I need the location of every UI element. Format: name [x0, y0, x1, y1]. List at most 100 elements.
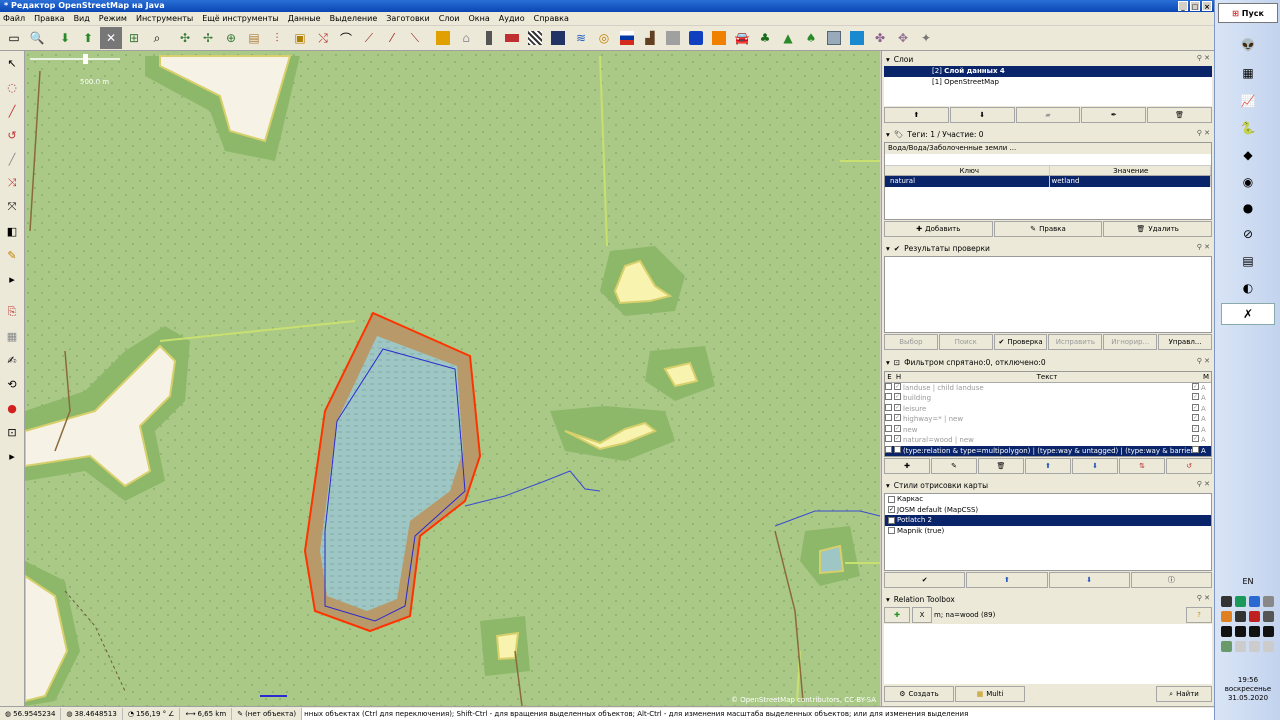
delete-filter-button[interactable]: 🗑 — [978, 458, 1024, 474]
clock[interactable]: 19:56 воскресенье 31.05.2020 — [1215, 676, 1280, 703]
preset-forest-icon[interactable]: ♣ — [754, 27, 776, 49]
parallel-icon[interactable]: ⫶ — [266, 27, 288, 49]
join-icon[interactable]: ✢ — [197, 27, 219, 49]
lasso-icon[interactable]: ◌ — [1, 76, 23, 98]
menu-file[interactable]: Файл — [3, 14, 25, 23]
fix-button[interactable]: Исправить — [1048, 334, 1103, 350]
move-down-button[interactable]: ⬇ — [949, 107, 1015, 123]
upload-icon[interactable]: ⬆ — [77, 27, 99, 49]
collapse-icon[interactable]: ▾ — [886, 130, 890, 139]
toggle-layers-icon[interactable]: ⎘ — [1, 301, 23, 323]
preset-grid-icon[interactable] — [823, 27, 845, 49]
more-arrow-2-icon[interactable]: ▸ — [1, 445, 23, 467]
select-button[interactable]: Выбор — [884, 334, 938, 350]
improve-way-icon[interactable]: ↺ — [1, 124, 23, 146]
style-item-selected[interactable]: Potlatch 2 — [885, 515, 1211, 526]
manage-button[interactable]: Управл... — [1158, 334, 1212, 350]
key-column-header[interactable]: Ключ — [888, 165, 1050, 175]
unglue-icon[interactable]: ⟍ — [404, 27, 426, 49]
toggle-history-icon[interactable]: ⟲ — [1, 373, 23, 395]
value-column-header[interactable]: Значение — [1050, 165, 1211, 175]
preset-house-icon[interactable]: ⌂ — [455, 27, 477, 49]
search-icon[interactable]: ⌕ — [146, 27, 168, 49]
menu-tools[interactable]: Инструменты — [136, 14, 193, 23]
tray-app-icon[interactable] — [1221, 596, 1232, 607]
filter-row-selected[interactable]: ✓ (type:relation & type=multipolygon) | (… — [885, 445, 1211, 456]
new-layer-icon[interactable]: ▭ — [3, 27, 25, 49]
plugin-a-icon[interactable]: ✤ — [869, 27, 891, 49]
tag-row[interactable]: natural wetland — [885, 176, 1211, 187]
task-josm-icon[interactable]: ✗ — [1221, 303, 1275, 325]
map-attribution[interactable]: © OpenStreetMap contributors, CC-BY-SA — [731, 696, 876, 704]
preset-tree-icon[interactable]: ♠ — [800, 27, 822, 49]
preset-railway-icon[interactable] — [547, 27, 569, 49]
relation-list[interactable] — [884, 624, 1212, 684]
merge-layer-button[interactable]: ▰ — [1015, 107, 1081, 123]
validation-panel-header[interactable]: ▾ ✔ Результаты проверки ⚲ ✕ — [883, 242, 1213, 254]
relation-panel-header[interactable]: ▾ Relation Toolbox ⚲ ✕ — [883, 593, 1213, 605]
ignore-button[interactable]: Игнорир... — [1103, 334, 1158, 350]
multi-button[interactable]: ▦ Multi — [955, 686, 1025, 702]
layers-panel-header[interactable]: ▾ Слои ⚲ ✕ — [883, 53, 1213, 65]
merge-icon[interactable]: ⊕ — [220, 27, 242, 49]
tray-app-icon[interactable] — [1263, 626, 1274, 637]
orthogonalize-icon[interactable]: ▣ — [289, 27, 311, 49]
preset-fuel-icon[interactable] — [708, 27, 730, 49]
maximize-button[interactable]: □ — [1190, 1, 1200, 11]
menu-selection[interactable]: Выделение — [330, 14, 378, 23]
paste-icon[interactable]: ▤ — [243, 27, 265, 49]
panel-controls-icon[interactable]: ⚲ ✕ — [1197, 54, 1210, 62]
tray-app-icon[interactable] — [1221, 611, 1232, 622]
tray-network-icon[interactable] — [1221, 641, 1232, 652]
close-button[interactable]: × — [1202, 1, 1212, 11]
search-button[interactable]: Поиск — [938, 334, 993, 350]
zoom-mode-icon[interactable]: ⤧ — [1, 196, 23, 218]
delete-tag-button[interactable]: 🗑 Удалить — [1103, 221, 1213, 237]
collapse-icon[interactable]: ▾ — [886, 358, 890, 367]
create-relation-button[interactable]: ⚙ Создать — [884, 686, 954, 702]
menu-view[interactable]: Вид — [74, 14, 90, 23]
filter-panel-header[interactable]: ▾ ⊡ Фильтром спрятано:0, отключено:0 ⚲ ✕ — [883, 356, 1213, 368]
filter-row[interactable]: ✓ natural=wood | new ✓ A — [885, 435, 1211, 446]
task-app-9-icon[interactable]: ▤ — [1221, 250, 1275, 272]
menu-audio[interactable]: Аудио — [499, 14, 525, 23]
tray-bluetooth-icon[interactable] — [1249, 596, 1260, 607]
add-relation-button[interactable]: ✚ — [884, 607, 910, 623]
tray-app-icon[interactable] — [1249, 626, 1260, 637]
tray-app-icon[interactable] — [1263, 611, 1274, 622]
download-icon[interactable]: ⬇ — [54, 27, 76, 49]
menu-mode[interactable]: Режим — [99, 14, 127, 23]
style-down-button[interactable]: ⬇ — [1048, 572, 1130, 588]
tray-volume-icon[interactable] — [1235, 641, 1246, 652]
extrude-icon[interactable]: ⤨ — [1, 172, 23, 194]
panel-controls-icon[interactable]: ⚲ ✕ — [1197, 243, 1210, 251]
plugin-b-icon[interactable]: ✥ — [892, 27, 914, 49]
pencil-icon[interactable]: ✎ — [1, 244, 23, 266]
collapse-icon[interactable]: ▾ — [886, 595, 890, 604]
preset-tower-icon[interactable] — [478, 27, 500, 49]
tray-volume-2-icon[interactable] — [1249, 641, 1260, 652]
toggle-selection-icon[interactable]: ▦ — [1, 325, 23, 347]
tray-app-icon[interactable] — [1263, 641, 1274, 652]
delete-mode-icon[interactable]: ✕ — [100, 27, 122, 49]
tray-app-icon[interactable] — [1263, 596, 1274, 607]
more-arrow-icon[interactable]: ▸ — [1, 268, 23, 290]
style-item[interactable]: ✓ JOSM default (MapCSS) — [885, 505, 1211, 516]
combine-icon[interactable]: ⊞ — [123, 27, 145, 49]
split-icon[interactable]: ✣ — [174, 27, 196, 49]
filter-sort-button[interactable]: ⇅ — [1119, 458, 1165, 474]
tray-app-icon[interactable] — [1235, 611, 1246, 622]
reverse-icon[interactable]: ⤭ — [312, 27, 334, 49]
menu-layers[interactable]: Слои — [439, 14, 460, 23]
layer-row[interactable]: [1] OpenStreetMap — [884, 77, 1212, 88]
activate-style-button[interactable]: ✔ — [884, 572, 966, 588]
delete-layer-button[interactable]: 🗑 — [1147, 107, 1212, 123]
toggle-pin-icon[interactable]: ● — [1, 397, 23, 419]
task-obs-icon[interactable]: ◐ — [1221, 277, 1275, 299]
edit-tag-button[interactable]: ✎ Правка — [993, 221, 1103, 237]
task-app-3-icon[interactable]: 📈 — [1221, 90, 1275, 112]
filter-down-button[interactable]: ⬇ — [1072, 458, 1118, 474]
menu-edit[interactable]: Правка — [34, 14, 64, 23]
toggle-tags-icon[interactable]: ✍ — [1, 349, 23, 371]
menu-help[interactable]: Справка — [534, 14, 569, 23]
